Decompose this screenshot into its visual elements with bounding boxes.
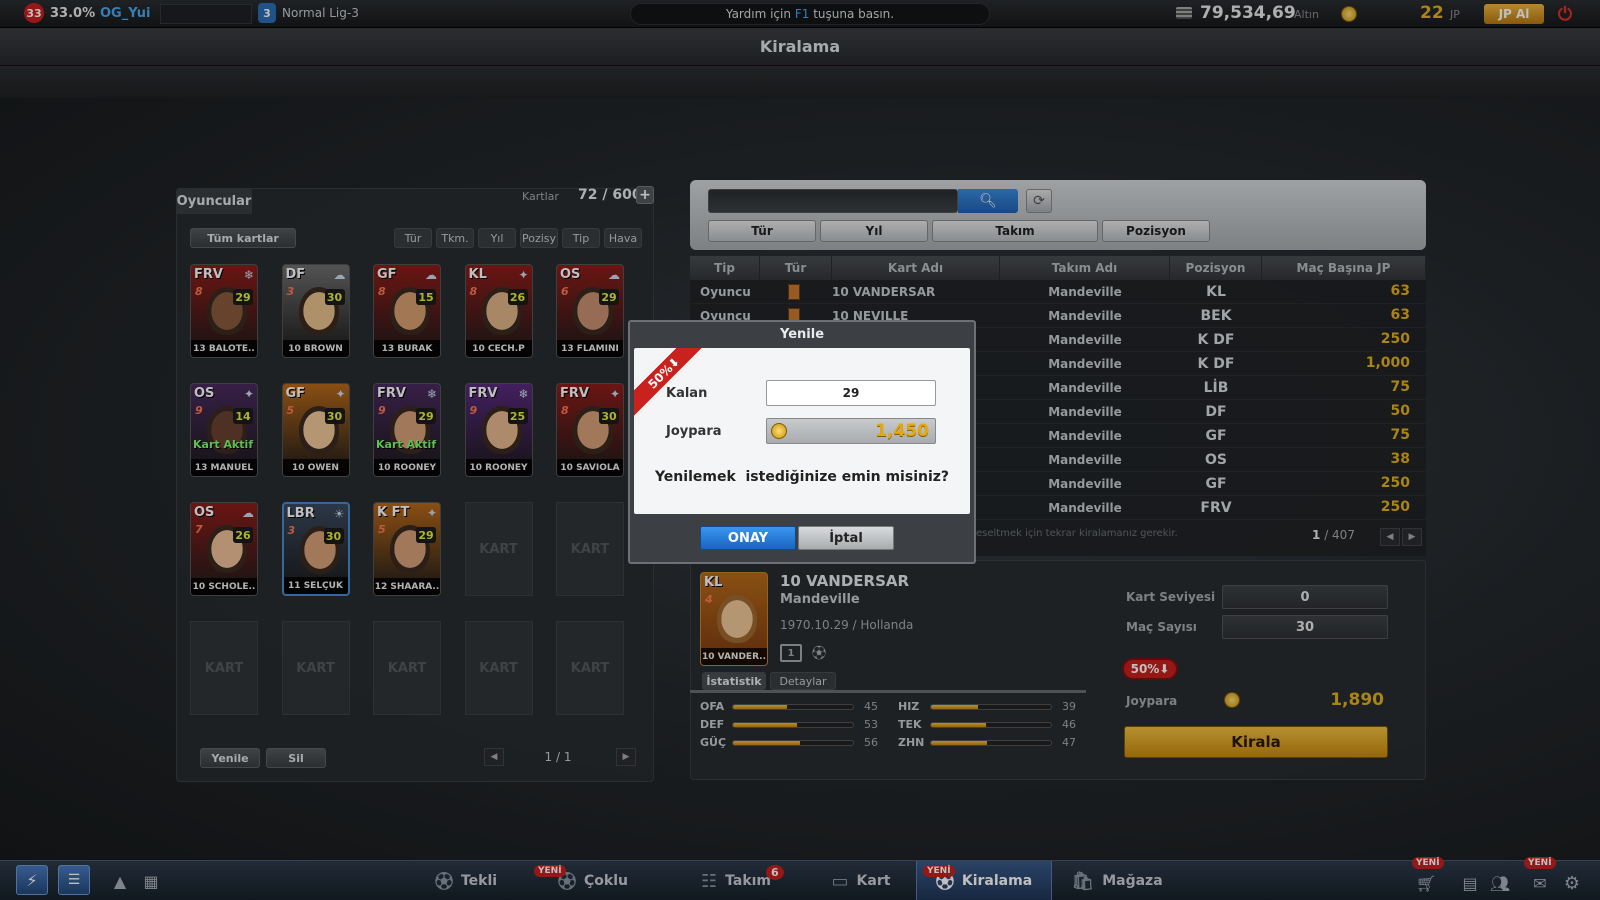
remaining-label: Kalan [666,386,708,401]
dialog-joypara-label: Joypara [666,424,722,439]
dialog-body: 50% ⬇ Kalan 29 Joypara 1,450 Yenilemek is… [634,348,970,514]
joypara-coin-icon [771,423,787,439]
renew-dialog: Yenile 50% ⬇ Kalan 29 Joypara 1,450 Yenil… [628,320,976,564]
confirm-button[interactable]: ONAY [700,526,796,550]
remaining-field[interactable]: 29 [766,380,936,406]
cancel-button[interactable]: İptal [798,526,894,550]
joypara-field: 1,450 [766,418,936,444]
dialog-joypara: 1,450 [875,421,929,441]
confirm-question: Yenilemek istediğinize emin misiniz? [654,469,950,485]
dialog-title: Yenile [779,326,825,342]
